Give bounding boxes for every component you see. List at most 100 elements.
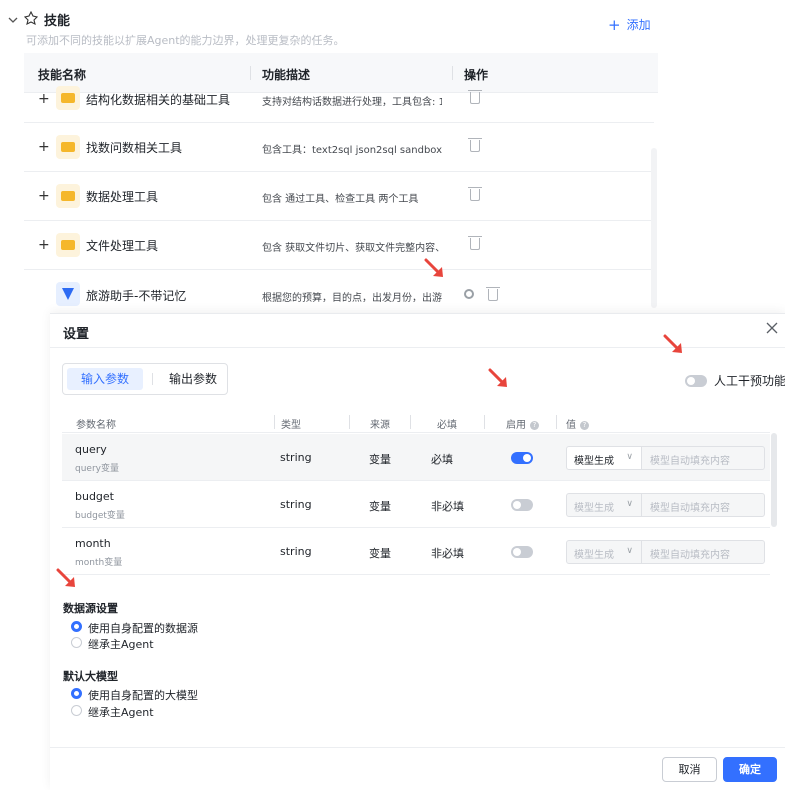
col-param-name: 参数名称 [76, 420, 116, 431]
col-param-enabled-label: 启用 [506, 420, 526, 431]
param-mode-value: 模型生成 [574, 503, 614, 514]
table-row[interactable]: 旅游助手-不带记忆 根据您的预算，目的点，出发月份，出游... [24, 270, 654, 313]
chevron-down-icon: ∨ [626, 499, 633, 509]
param-mode-select[interactable]: 模型生成 ∨ [566, 446, 642, 470]
info-icon[interactable]: ? [580, 421, 589, 430]
param-name: query [75, 443, 107, 456]
expand-icon[interactable]: + [38, 238, 50, 252]
skill-name: 文件处理工具 [86, 239, 159, 253]
confirm-button[interactable]: 确定 [723, 757, 777, 782]
param-enable-toggle[interactable] [511, 546, 533, 558]
expand-icon[interactable]: + [38, 92, 50, 106]
skills-title: 技能 [44, 14, 71, 29]
radio-inherit-model[interactable] [71, 705, 82, 716]
column-divider [452, 66, 453, 80]
skills-header[interactable]: 技能 [8, 10, 70, 29]
param-value-input[interactable]: 模型自动填充内容 [641, 540, 765, 564]
column-divider [250, 66, 251, 80]
trash-icon[interactable] [468, 236, 482, 250]
param-mode-select[interactable]: 模型生成 ∨ [566, 540, 642, 564]
param-enable-toggle[interactable] [511, 499, 533, 511]
param-sub: query变量 [75, 464, 119, 474]
param-name: month [75, 537, 111, 550]
radio-inherit-datasource[interactable] [71, 637, 82, 648]
radio-own-model[interactable] [71, 688, 82, 699]
travel-agent-icon [56, 282, 80, 306]
table-row[interactable]: + 数据处理工具 包含 通过工具、检查工具 两个工具 [24, 172, 654, 221]
skill-desc: 根据您的预算，目的点，出发月份，出游... [262, 293, 442, 304]
expand-icon[interactable]: + [38, 189, 50, 203]
dialog-title: 设置 [63, 327, 90, 342]
info-icon[interactable]: ? [530, 421, 539, 430]
param-value-input[interactable]: 模型自动填充内容 [641, 493, 765, 517]
add-skill-label: 添加 [626, 18, 651, 32]
param-tabs: 输入参数 输出参数 [62, 363, 228, 395]
param-enable-toggle[interactable] [511, 452, 533, 464]
toolbox-icon [56, 184, 80, 208]
skill-name: 旅游助手-不带记忆 [86, 289, 187, 303]
col-param-type: 类型 [281, 420, 301, 431]
col-param-required: 必填 [437, 420, 457, 431]
skills-description: 可添加不同的技能以扩展Agent的能力边界，处理更复杂的任务。 [26, 34, 345, 47]
hitl-toggle[interactable] [685, 375, 707, 387]
param-mode-value: 模型生成 [574, 550, 614, 561]
scrollbar[interactable] [771, 433, 777, 527]
param-mode-value: 模型生成 [574, 456, 614, 467]
param-sub: month变量 [75, 558, 123, 568]
toolbox-icon [56, 86, 80, 110]
skill-desc: 支持对结构话数据进行处理，工具包含: 1. j... [262, 97, 442, 108]
param-type: string [280, 545, 312, 558]
table-row[interactable]: + 找数问数相关工具 包含工具：text2sql json2sql sandbo… [24, 123, 654, 172]
datasource-title: 数据源设置 [63, 602, 118, 615]
radio-own-datasource-label[interactable]: 使用自身配置的数据源 [88, 620, 198, 636]
column-divider [349, 415, 350, 429]
param-sub: budget变量 [75, 511, 125, 521]
table-row[interactable]: + 文件处理工具 包含 获取文件切片、获取文件完整内容、... [24, 221, 654, 270]
trash-icon[interactable] [486, 287, 500, 301]
annotation-arrow-icon [424, 258, 443, 277]
column-divider [484, 415, 485, 429]
radio-own-model-label[interactable]: 使用自身配置的大模型 [88, 687, 198, 703]
cancel-button[interactable]: 取消 [662, 757, 717, 782]
annotation-arrow-icon [56, 568, 75, 587]
radio-inherit-datasource-label[interactable]: 继承主Agent [88, 636, 154, 652]
skills-icon [23, 10, 39, 28]
gear-icon[interactable] [464, 289, 474, 299]
param-type: string [280, 451, 312, 464]
col-param-value-label: 值 [566, 420, 576, 431]
annotation-arrow-icon [488, 368, 507, 387]
divider [50, 747, 785, 748]
plus-icon: + [608, 15, 621, 34]
tab-output-params[interactable]: 输出参数 [163, 368, 223, 390]
col-param-enabled: 启用? [506, 416, 539, 431]
chevron-down-icon[interactable] [8, 15, 18, 25]
scrollbar[interactable] [651, 148, 657, 308]
close-icon[interactable] [766, 321, 778, 337]
trash-icon[interactable] [468, 90, 482, 104]
param-source: 变量 [369, 453, 391, 466]
param-required: 非必填 [431, 547, 464, 560]
tab-input-params[interactable]: 输入参数 [67, 368, 143, 390]
radio-inherit-model-label[interactable]: 继承主Agent [88, 704, 154, 720]
add-skill-button[interactable]: + 添加 [608, 16, 651, 33]
col-param-value: 值? [566, 416, 589, 431]
param-name: budget [75, 490, 114, 503]
table-row: month month变量 string 变量 非必填 模型生成 ∨ 模型自动填充… [62, 528, 770, 575]
param-mode-select[interactable]: 模型生成 ∨ [566, 493, 642, 517]
table-row: query query变量 string 变量 必填 模型生成 ∨ 模型自动填充内… [62, 434, 770, 481]
trash-icon[interactable] [468, 187, 482, 201]
param-value-input[interactable]: 模型自动填充内容 [641, 446, 765, 470]
column-divider [556, 415, 557, 429]
skill-desc: 包含 获取文件切片、获取文件完整内容、... [262, 243, 442, 254]
table-row: budget budget变量 string 变量 非必填 模型生成 ∨ 模型自动… [62, 481, 770, 528]
annotation-arrow-icon [663, 334, 682, 353]
column-divider [274, 415, 275, 429]
radio-own-datasource[interactable] [71, 621, 82, 632]
skill-desc: 包含工具：text2sql json2sql sandbox text... [262, 145, 442, 156]
skill-name: 数据处理工具 [86, 190, 159, 204]
param-table-header [62, 411, 770, 433]
expand-icon[interactable]: + [38, 140, 50, 154]
trash-icon[interactable] [468, 138, 482, 152]
table-row[interactable]: + 结构化数据相关的基础工具 支持对结构话数据进行处理，工具包含: 1. j..… [24, 80, 654, 123]
skill-name: 结构化数据相关的基础工具 [86, 93, 231, 107]
